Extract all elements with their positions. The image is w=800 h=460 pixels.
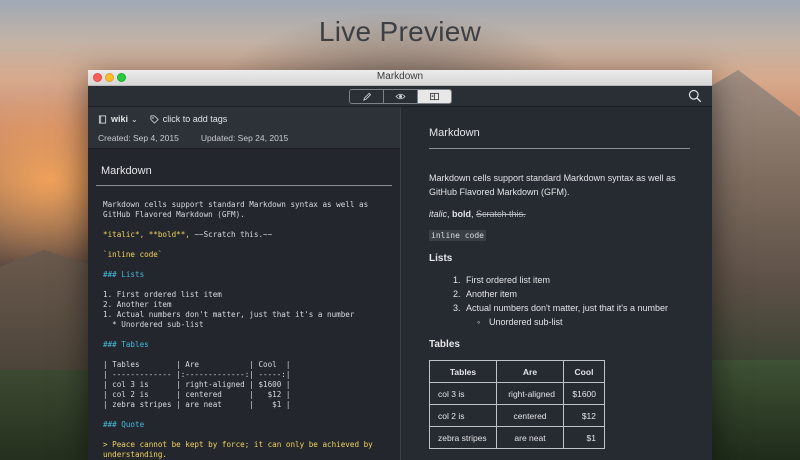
title-bar[interactable]: Markdown [88,70,712,86]
view-mode-selector [349,89,452,104]
tables-heading: Tables [429,339,460,350]
source-line: ### Lists [103,270,145,279]
source-line: > Peace cannot be kept by force; it can … [103,440,373,449]
source-line: * Unordered sub-list [103,320,204,329]
pencil-icon [363,92,372,101]
source-line: | Tables | Are | Cool | [103,360,291,369]
source-line: 2. Another item [103,300,172,309]
sub-list-item: ◦ Unordered sub-list [477,317,563,327]
source-line: | ------------- |:-------------:| -----:… [103,370,291,379]
table-cell: $1 [563,426,605,449]
split-view-icon [430,92,439,101]
inline-code: inline code [429,230,486,241]
list-item: 2. Another item [453,289,518,299]
source-line: | col 3 is | right-aligned | $1600 | [103,380,291,389]
cell-title[interactable]: Markdown [96,165,392,186]
source-blank-line [103,330,400,340]
source-blank-line [103,260,400,270]
preview-emphasis-line: italic, bold, Scratch this. [429,209,526,219]
notebook-selector[interactable]: wiki [111,114,128,124]
bold-text: bold [452,209,472,219]
table-header: Tables [429,360,497,383]
source-line: *italic*, **bold**, ~~Scratch this.~~ [103,230,273,239]
edit-mode-button[interactable] [350,90,384,103]
eye-icon [395,93,406,100]
table-header: Are [496,360,564,383]
strikethrough-text: Scratch this. [476,209,526,219]
note-meta-bar: wiki ⌄ click to add tags Created: Sep 4,… [88,107,400,149]
tag-icon [150,114,159,124]
source-line: Markdown cells support standard Markdown… [103,200,369,209]
source-line: GitHub Flavored Markdown (GFM). [103,210,245,219]
source-line: 1. First ordered list item [103,290,222,299]
table-cell: are neat [496,426,564,449]
source-line: ### Tables [103,340,149,349]
preview-mode-button[interactable] [384,90,418,103]
source-blank-line [103,410,400,420]
table-row: col 3 is right-aligned $1600 [429,382,605,405]
source-line: `inline code` [103,250,163,259]
table-cell: centered [496,404,564,427]
table-cell: col 3 is [429,382,497,405]
table-cell: $1600 [563,382,605,405]
source-blank-line [103,430,400,440]
source-blank-line [103,350,400,360]
source-blank-line [103,280,400,290]
bullet-icon: ◦ [477,317,481,327]
notebook-icon [98,114,107,124]
italic-text: italic [429,209,448,219]
markdown-source[interactable]: Markdown cells support standard Markdown… [88,186,400,460]
toolbar [88,86,712,107]
list-item: 3. Actual numbers don't matter, just that… [453,303,669,313]
app-window: Markdown wiki ⌄ click to add tags Create… [88,70,712,460]
split-mode-button[interactable] [418,90,451,103]
table-cell: $12 [563,404,605,427]
list-item: 1. First ordered list item [453,275,551,285]
search-icon[interactable] [688,89,702,103]
window-title: Markdown [376,71,424,82]
banner-title: Live Preview [318,16,482,47]
table-cell: col 2 is [429,404,497,427]
preview-table: Tables Are Cool col 3 is right-aligned $… [429,360,605,449]
split-panes: wiki ⌄ click to add tags Created: Sep 4,… [88,107,712,460]
created-date: Created: Sep 4, 2015 [98,133,179,143]
trees-left [0,370,90,460]
lists-heading: Lists [429,253,453,264]
table-row: col 2 is centered $12 [429,404,605,427]
preview-title: Markdown [429,127,690,149]
preview-pane: Markdown Markdown cells support standard… [401,107,712,460]
chevron-down-icon[interactable]: ⌄ [131,115,138,124]
table-header: Cool [563,360,605,383]
source-line: understanding. [103,450,168,459]
trees-right [712,360,800,460]
ordered-list: 1. First ordered list item 2. Another item… [453,273,712,329]
source-blank-line [103,240,400,250]
source-line: | zebra stripes | are neat | $1 | [103,400,291,409]
source-line: 1. Actual numbers don't matter, just tha… [103,310,355,319]
source-line: | col 2 is | centered | $12 | [103,390,291,399]
table-header-row: Tables Are Cool [429,360,605,383]
source-blank-line [103,220,400,230]
source-line: ### Quote [103,420,145,429]
preview-paragraph: Markdown cells support standard Markdown… [429,173,676,197]
table-cell: zebra stripes [429,426,497,449]
add-tags-field[interactable]: click to add tags [163,114,228,124]
updated-date: Updated: Sep 24, 2015 [200,133,289,143]
table-cell: right-aligned [496,382,564,405]
table-row: zebra stripes are neat $1 [429,426,605,449]
editor-pane[interactable]: wiki ⌄ click to add tags Created: Sep 4,… [88,107,401,460]
